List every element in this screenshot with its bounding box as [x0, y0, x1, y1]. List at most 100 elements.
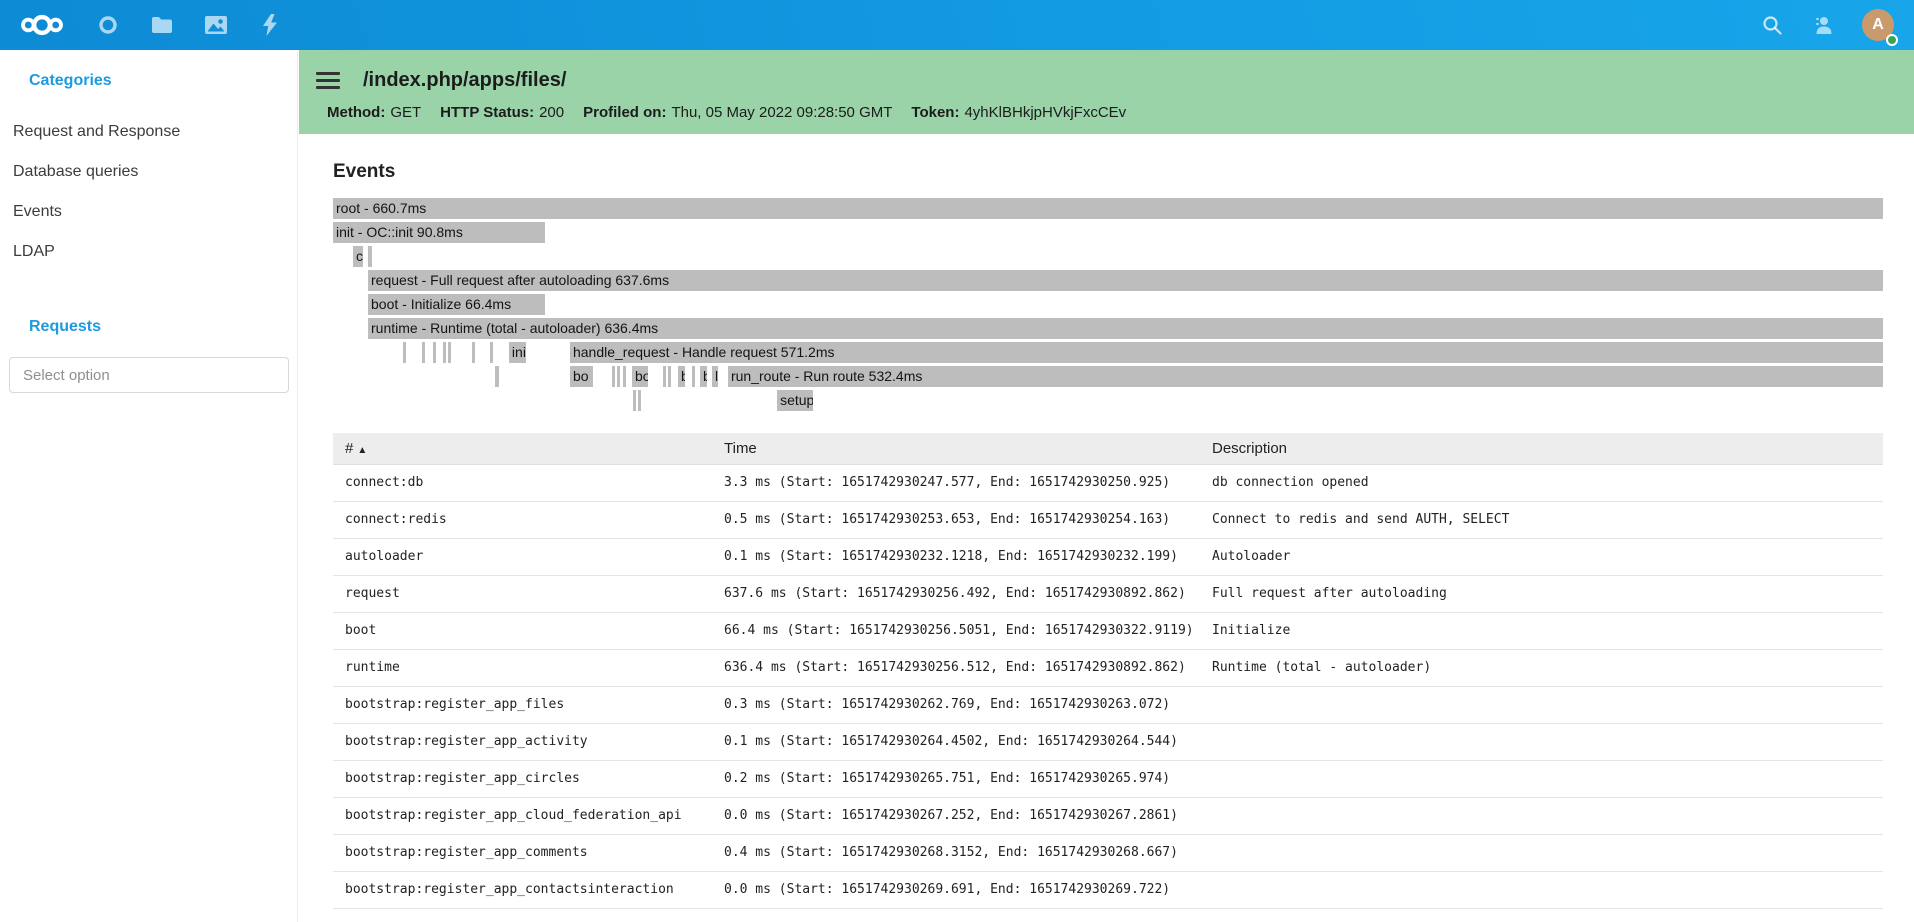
event-time: 0.4 ms (Start: 1651742930268.3152, End: … — [724, 834, 1212, 871]
event-bar: boot - Initialize 66.4ms — [368, 294, 545, 315]
event-bar: b — [700, 366, 707, 387]
meta-profiled-on: Profiled on:Thu, 05 May 2022 09:28:50 GM… — [583, 104, 892, 121]
event-name: bootstrap:register_app_comments — [333, 834, 724, 871]
event-name: bootstrap:register_app_cloud_federation_… — [333, 797, 724, 834]
sidebar: Categories Request and ResponseDatabase … — [0, 50, 298, 922]
column-header-description[interactable]: Description — [1212, 433, 1883, 464]
event-name: bootstrap:register_app_files — [333, 686, 724, 723]
timeline-row: runtime - Runtime (total - autoloader) 6… — [333, 318, 1883, 342]
event-description — [1212, 686, 1883, 723]
timeline-row: setup — [333, 390, 1883, 414]
dashboard-icon[interactable] — [96, 13, 120, 37]
event-bar — [433, 342, 436, 363]
event-bar: root - 660.7ms — [333, 198, 1883, 219]
event-name: request — [333, 575, 724, 612]
meta-label: HTTP Status: — [440, 104, 534, 121]
table-row: bootstrap:register_app_activity0.1 ms (S… — [333, 723, 1883, 760]
search-icon[interactable] — [1760, 13, 1784, 37]
event-bar — [668, 366, 671, 387]
sidebar-item-events[interactable]: Events — [0, 192, 297, 232]
event-time: 0.1 ms (Start: 1651742930232.1218, End: … — [724, 538, 1212, 575]
meta-value: GET — [390, 104, 421, 121]
event-bar — [663, 366, 666, 387]
meta-method: Method: GET — [327, 104, 421, 121]
table-row: bootstrap:register_app_files0.3 ms (Star… — [333, 686, 1883, 723]
event-description: Autoloader — [1212, 538, 1883, 575]
meta-value: 200 — [539, 104, 564, 121]
table-row: bootstrap:register_app_circles0.2 ms (St… — [333, 760, 1883, 797]
event-time: 0.0 ms (Start: 1651742930269.691, End: 1… — [724, 871, 1212, 908]
event-bar — [633, 390, 636, 411]
main-area: /index.php/apps/files/ Method: GET HTTP St… — [299, 0, 1914, 909]
event-description: Initialize — [1212, 612, 1883, 649]
event-bar: c — [353, 246, 363, 267]
topbar: A — [0, 0, 1914, 50]
meta-label: Profiled on: — [583, 104, 666, 121]
event-bar — [623, 366, 626, 387]
events-heading: Events — [333, 161, 1883, 183]
event-name: runtime — [333, 649, 724, 686]
page-title: /index.php/apps/files/ — [363, 69, 566, 92]
event-bar: request - Full request after autoloading… — [368, 270, 1883, 291]
event-name: bootstrap:register_app_contactsinteracti… — [333, 871, 724, 908]
table-body: connect:db3.3 ms (Start: 1651742930247.5… — [333, 464, 1883, 908]
event-bar — [403, 342, 406, 363]
column-header-[interactable]: #▲ — [333, 433, 724, 464]
event-bar: handle_request - Handle request 571.2ms — [570, 342, 1883, 363]
table-row: bootstrap:register_app_comments0.4 ms (S… — [333, 834, 1883, 871]
events-timeline: root - 660.7msinit - OC::init 90.8mscreq… — [333, 198, 1883, 414]
event-description: Full request after autoloading — [1212, 575, 1883, 612]
timeline-row: boot - Initialize 66.4ms — [333, 294, 1883, 318]
event-description — [1212, 797, 1883, 834]
profile-header: /index.php/apps/files/ Method: GET HTTP St… — [299, 50, 1914, 134]
column-header-time[interactable]: Time — [724, 433, 1212, 464]
hamburger-menu-icon[interactable] — [316, 68, 340, 93]
topbar-right: A — [1760, 9, 1914, 41]
table-row: request637.6 ms (Start: 1651742930256.49… — [333, 575, 1883, 612]
event-bar — [638, 390, 641, 411]
event-name: bootstrap:register_app_circles — [333, 760, 724, 797]
event-bar — [472, 342, 475, 363]
timeline-row: root - 660.7ms — [333, 198, 1883, 222]
profile-meta: Method: GET HTTP Status: 200 Profiled on:Thu… — [299, 104, 1914, 121]
table-row: runtime636.4 ms (Start: 1651742930256.51… — [333, 649, 1883, 686]
sidebar-item-database-queries[interactable]: Database queries — [0, 152, 297, 192]
status-dot-icon — [1886, 34, 1898, 46]
files-folder-icon[interactable] — [150, 13, 174, 37]
event-time: 0.0 ms (Start: 1651742930267.252, End: 1… — [724, 797, 1212, 834]
event-description: Connect to redis and send AUTH, SELECT — [1212, 501, 1883, 538]
categories-heading: Categories — [0, 72, 297, 90]
meta-value: 4yhKlBHkjpHVkjFxcCEv — [964, 104, 1126, 121]
event-bar: run_route - Run route 532.4ms — [728, 366, 1883, 387]
event-bar — [448, 342, 451, 363]
activity-icon[interactable] — [258, 13, 282, 37]
photos-icon[interactable] — [204, 13, 228, 37]
event-name: autoloader — [333, 538, 724, 575]
event-bar: runtime - Runtime (total - autoloader) 6… — [368, 318, 1883, 339]
timeline-row: init - OC::init 90.8ms — [333, 222, 1883, 246]
event-time: 0.3 ms (Start: 1651742930262.769, End: 1… — [724, 686, 1212, 723]
table-row: boot66.4 ms (Start: 1651742930256.5051, … — [333, 612, 1883, 649]
event-bar — [617, 366, 620, 387]
table-row: autoloader0.1 ms (Start: 1651742930232.1… — [333, 538, 1883, 575]
event-name: bootstrap:register_app_activity — [333, 723, 724, 760]
event-description — [1212, 760, 1883, 797]
table-row: connect:db3.3 ms (Start: 1651742930247.5… — [333, 464, 1883, 501]
request-select-input[interactable] — [9, 357, 289, 393]
event-description: db connection opened — [1212, 464, 1883, 501]
contacts-icon[interactable] — [1811, 13, 1835, 37]
sidebar-item-ldap[interactable]: LDAP — [0, 232, 297, 272]
sidebar-item-request-and-response[interactable]: Request and Response — [0, 112, 297, 152]
event-time: 66.4 ms (Start: 1651742930256.5051, End:… — [724, 612, 1212, 649]
avatar-letter: A — [1872, 16, 1884, 34]
meta-label: Method: — [327, 104, 385, 121]
timeline-row: c — [333, 246, 1883, 270]
event-description — [1212, 871, 1883, 908]
avatar[interactable]: A — [1862, 9, 1894, 41]
event-bar — [422, 342, 425, 363]
event-bar — [490, 342, 493, 363]
event-bar — [368, 246, 372, 267]
event-bar — [612, 366, 615, 387]
nextcloud-logo-icon[interactable] — [18, 10, 66, 40]
meta-token: Token:4yhKlBHkjpHVkjFxcCEv — [911, 104, 1126, 121]
